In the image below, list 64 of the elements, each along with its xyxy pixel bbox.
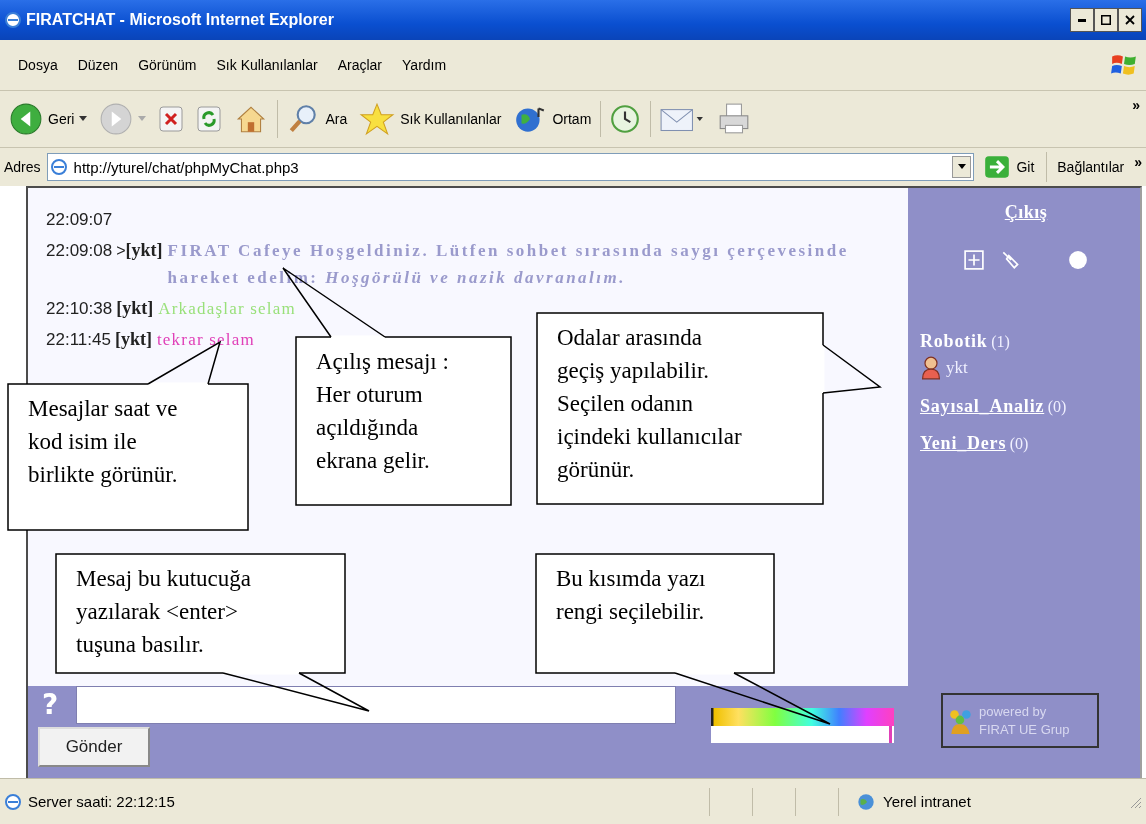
- maximize-icon: [1101, 15, 1111, 25]
- clock-icon: [609, 103, 642, 135]
- close-icon: [1125, 15, 1135, 25]
- stop-icon: [158, 104, 185, 134]
- message-time: 22:09:08: [46, 240, 113, 262]
- menu-item[interactable]: Görünüm: [128, 57, 207, 73]
- media-button[interactable]: Ortam: [510, 100, 595, 138]
- callout-text: Odalar arasında geçiş yapılabilir. Seçilen odanın içindeki kullanıcılar görünür.: [557, 324, 742, 484]
- go-button[interactable]: Git: [980, 152, 1048, 182]
- network-globe-icon: [855, 791, 877, 812]
- pin-icon[interactable]: [1000, 249, 1022, 271]
- badge-text: FIRAT UE Grup: [979, 720, 1070, 739]
- expand-box-icon[interactable]: [964, 250, 984, 270]
- person-icon: [920, 356, 942, 380]
- refresh-icon: [196, 104, 223, 134]
- minimize-icon: [1078, 18, 1086, 22]
- send-button[interactable]: Gönder: [38, 727, 150, 767]
- search-button[interactable]: Ara: [277, 100, 351, 138]
- user-nick: [ykt]: [114, 328, 152, 351]
- links-button[interactable]: Bağlantılar: [1053, 159, 1129, 175]
- menu-item[interactable]: Sık Kullanılanlar: [206, 57, 328, 73]
- dropdown-button[interactable]: [952, 156, 972, 178]
- favorites-button[interactable]: Sık Kullanılanlar: [356, 100, 505, 138]
- message-text: Arkadaşlar selam: [158, 298, 296, 320]
- badge-text: powered by: [979, 702, 1048, 721]
- callout-text: Bu kısımda yazı rengi seçilebilir.: [556, 565, 706, 626]
- color-marker: [889, 726, 892, 743]
- room-count: (0): [1009, 435, 1029, 452]
- star-icon: [359, 102, 396, 136]
- page-icon: [4, 792, 22, 811]
- window-title: FIRATCHAT - Microsoft Internet Explorer: [26, 11, 335, 29]
- dot-icon[interactable]: [1068, 250, 1088, 270]
- windows-flag-icon: [1110, 52, 1138, 78]
- message-time: 22:09:07: [46, 209, 113, 231]
- more-chevron[interactable]: »: [1134, 154, 1142, 170]
- page-icon: [49, 158, 68, 176]
- message-time: 22:10:38: [46, 298, 113, 320]
- user-nick: [ykt]: [125, 239, 163, 262]
- caret-icon[interactable]: [79, 116, 88, 122]
- minimize-button[interactable]: [1070, 8, 1094, 32]
- caret-icon: [957, 164, 966, 170]
- message-time: 22:11:45: [46, 329, 111, 351]
- address-label: Adres: [4, 159, 41, 175]
- message-input[interactable]: [76, 686, 676, 724]
- menu-item[interactable]: Dosya: [8, 57, 68, 73]
- callout-text: Açılış mesajı : Her oturum açıldığında ekrana gelir.: [316, 348, 449, 475]
- back-button[interactable]: Geri: [6, 100, 91, 138]
- close-button[interactable]: [1118, 8, 1142, 32]
- status-text: Server saati: 22:12:15: [28, 793, 176, 810]
- room-count: (0): [1047, 398, 1067, 415]
- room-count: (1): [991, 333, 1010, 350]
- browser-icon: [4, 11, 22, 29]
- user-nick: [ykt]: [116, 297, 154, 320]
- prompt-mark: >: [116, 241, 126, 259]
- address-field[interactable]: http://yturel/chat/phpMyChat.php3: [46, 153, 975, 181]
- maximize-button[interactable]: [1094, 8, 1118, 32]
- message-text: tekrar selam: [156, 329, 255, 351]
- callout-text: Mesajlar saat ve kod isim ile birlikte görünür.: [28, 395, 178, 489]
- menu-item[interactable]: Araçlar: [327, 57, 393, 73]
- menu-item[interactable]: Yardım: [392, 57, 457, 73]
- menu-item[interactable]: Düzen: [67, 57, 129, 73]
- callout-text: Mesaj bu kutucuğa yazılarak <enter> tuşuna basılır.: [76, 565, 251, 659]
- more-chevron[interactable]: »: [1132, 97, 1140, 113]
- zone-text: Yerel intranet: [883, 793, 971, 810]
